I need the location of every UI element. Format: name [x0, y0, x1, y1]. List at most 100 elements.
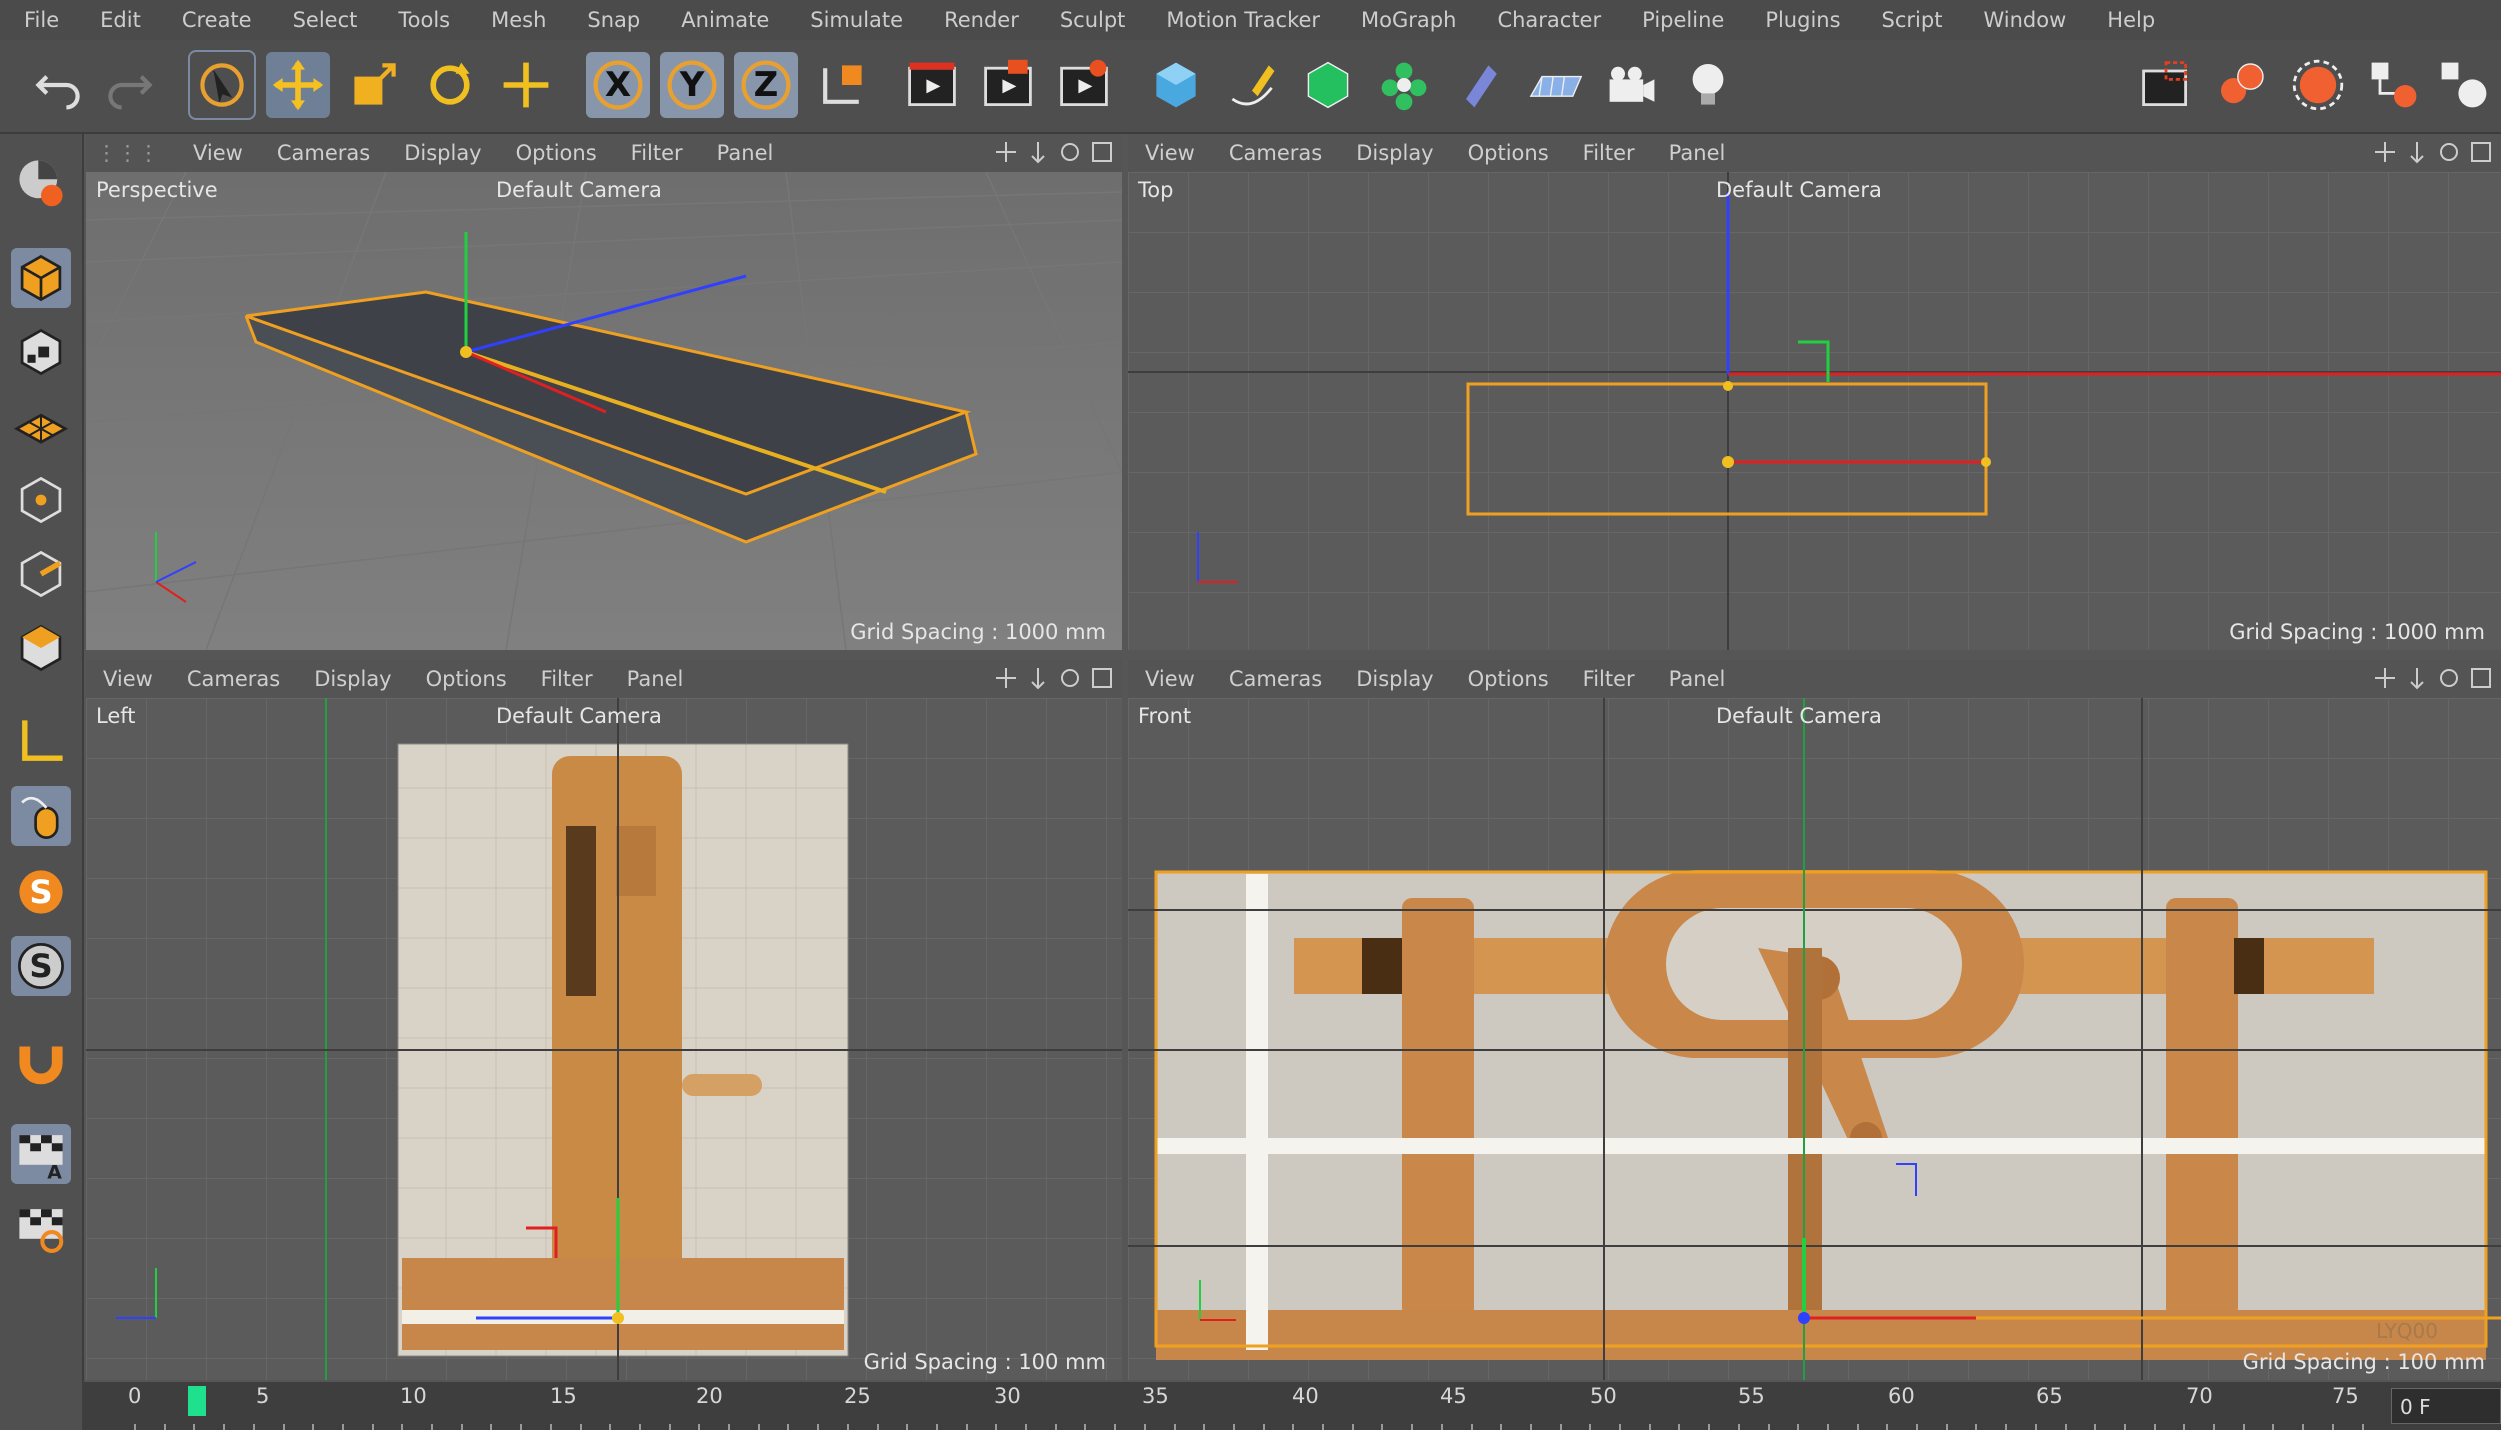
front-menu-filter[interactable]: Filter	[1566, 667, 1652, 691]
camera-object-button[interactable]	[1600, 52, 1664, 118]
menu-file[interactable]: File	[0, 8, 76, 32]
coordinate-system-button[interactable]	[810, 52, 874, 118]
pan-icon[interactable]	[994, 140, 1018, 164]
perspective-camera-label[interactable]: Default Camera	[496, 178, 662, 202]
menu-simulate[interactable]: Simulate	[786, 8, 920, 32]
pan-icon[interactable]	[2373, 666, 2397, 690]
top-camera-label[interactable]: Default Camera	[1716, 178, 1882, 202]
menu-snap[interactable]: Snap	[563, 8, 657, 32]
layer-checker-button[interactable]	[11, 1198, 71, 1258]
snap-settings-button[interactable]: S	[11, 936, 71, 996]
timeline-playhead[interactable]	[188, 1386, 206, 1416]
maximize-icon[interactable]	[2469, 666, 2493, 690]
orbit-icon[interactable]	[1058, 140, 1082, 164]
left-menu-filter[interactable]: Filter	[524, 667, 610, 691]
left-canvas[interactable]	[86, 698, 1122, 1380]
rotate-tool-button[interactable]	[418, 52, 482, 118]
orbit-icon[interactable]	[2437, 140, 2461, 164]
menu-character[interactable]: Character	[1473, 8, 1618, 32]
x-axis-lock-button[interactable]: X	[586, 52, 650, 118]
enable-axis-button[interactable]	[11, 712, 71, 772]
perspective-menu-display[interactable]: Display	[387, 141, 498, 165]
cloner-button[interactable]	[1372, 52, 1436, 118]
scale-tool-button[interactable]	[342, 52, 406, 118]
perspective-menu-filter[interactable]: Filter	[614, 141, 700, 165]
zoom-icon[interactable]	[1026, 666, 1050, 690]
menu-pipeline[interactable]: Pipeline	[1618, 8, 1741, 32]
y-axis-lock-button[interactable]: Y	[660, 52, 724, 118]
perspective-menu-view[interactable]: View	[176, 141, 260, 165]
animate-checker-button[interactable]: A	[11, 1124, 71, 1184]
left-viewport[interactable]: View Cameras Display Options Filter Pane…	[86, 660, 1122, 1380]
maximize-icon[interactable]	[1090, 140, 1114, 164]
layout-button-2[interactable]	[2210, 52, 2274, 118]
magnet-button[interactable]	[11, 1030, 71, 1090]
pan-icon[interactable]	[994, 666, 1018, 690]
perspective-menu-panel[interactable]: Panel	[700, 141, 791, 165]
menu-help[interactable]: Help	[2083, 8, 2172, 32]
menu-window[interactable]: Window	[1959, 8, 2083, 32]
current-frame-field[interactable]: 0 F	[2391, 1388, 2501, 1424]
make-editable-button[interactable]	[11, 152, 71, 212]
perspective-menu-cameras[interactable]: Cameras	[260, 141, 387, 165]
front-menu-view[interactable]: View	[1128, 667, 1212, 691]
menu-script[interactable]: Script	[1858, 8, 1960, 32]
undo-button[interactable]	[26, 52, 90, 118]
redo-button[interactable]	[98, 52, 162, 118]
light-object-button[interactable]	[1676, 52, 1740, 118]
menu-animate[interactable]: Animate	[657, 8, 786, 32]
object-pivot[interactable]	[460, 346, 472, 358]
left-menu-panel[interactable]: Panel	[610, 667, 701, 691]
texture-mode-button[interactable]	[11, 322, 71, 382]
left-menu-options[interactable]: Options	[409, 667, 524, 691]
menu-motion-tracker[interactable]: Motion Tracker	[1142, 8, 1337, 32]
menu-mograph[interactable]: MoGraph	[1337, 8, 1473, 32]
top-menu-cameras[interactable]: Cameras	[1212, 141, 1339, 165]
add-tool-button[interactable]	[494, 52, 558, 118]
top-canvas[interactable]	[1128, 172, 2501, 650]
live-selection-button[interactable]	[188, 50, 256, 120]
front-menu-panel[interactable]: Panel	[1652, 667, 1743, 691]
front-camera-label[interactable]: Default Camera	[1716, 704, 1882, 728]
render-settings-button[interactable]	[1052, 52, 1116, 118]
perspective-viewport[interactable]: ⋮⋮⋮ View Cameras Display Options Filter …	[86, 134, 1122, 650]
front-menu-cameras[interactable]: Cameras	[1212, 667, 1339, 691]
top-menu-options[interactable]: Options	[1451, 141, 1566, 165]
layout-button-3[interactable]	[2286, 52, 2350, 118]
end-point[interactable]	[1981, 457, 1991, 467]
pen-spline-button[interactable]	[1220, 52, 1284, 118]
point-mode-button[interactable]	[11, 470, 71, 530]
move-tool-button[interactable]	[266, 52, 330, 118]
menu-plugins[interactable]: Plugins	[1741, 8, 1857, 32]
z-axis-lock-button[interactable]: Z	[734, 52, 798, 118]
menu-mesh[interactable]: Mesh	[467, 8, 563, 32]
top-menu-view[interactable]: View	[1128, 141, 1212, 165]
zoom-icon[interactable]	[2405, 140, 2429, 164]
subdivision-surface-button[interactable]	[1296, 52, 1360, 118]
zoom-icon[interactable]	[2405, 666, 2429, 690]
object-pivot[interactable]	[1722, 456, 1734, 468]
model-mode-button[interactable]	[11, 248, 71, 308]
orbit-icon[interactable]	[1058, 666, 1082, 690]
left-camera-label[interactable]: Default Camera	[496, 704, 662, 728]
perspective-canvas[interactable]	[86, 171, 1122, 650]
menu-sculpt[interactable]: Sculpt	[1036, 8, 1143, 32]
perspective-menu-options[interactable]: Options	[499, 141, 614, 165]
tweak-mode-button[interactable]	[11, 786, 71, 846]
render-picture-viewer-button[interactable]	[976, 52, 1040, 118]
front-viewport[interactable]: View Cameras Display Options Filter Pane…	[1128, 660, 2501, 1380]
render-view-button[interactable]	[900, 52, 964, 118]
top-menu-panel[interactable]: Panel	[1652, 141, 1743, 165]
zoom-icon[interactable]	[1026, 140, 1050, 164]
left-menu-view[interactable]: View	[86, 667, 170, 691]
top-menu-display[interactable]: Display	[1339, 141, 1450, 165]
layout-button-4[interactable]	[2362, 52, 2426, 118]
edge-mode-button[interactable]	[11, 544, 71, 604]
left-menu-display[interactable]: Display	[297, 667, 408, 691]
floor-object-button[interactable]	[1524, 52, 1588, 118]
deformer-button[interactable]	[1448, 52, 1512, 118]
menu-create[interactable]: Create	[158, 8, 269, 32]
menu-tools[interactable]: Tools	[374, 8, 467, 32]
front-canvas[interactable]: LYQ00	[1128, 698, 2501, 1380]
cube-object-button[interactable]	[1144, 52, 1208, 118]
